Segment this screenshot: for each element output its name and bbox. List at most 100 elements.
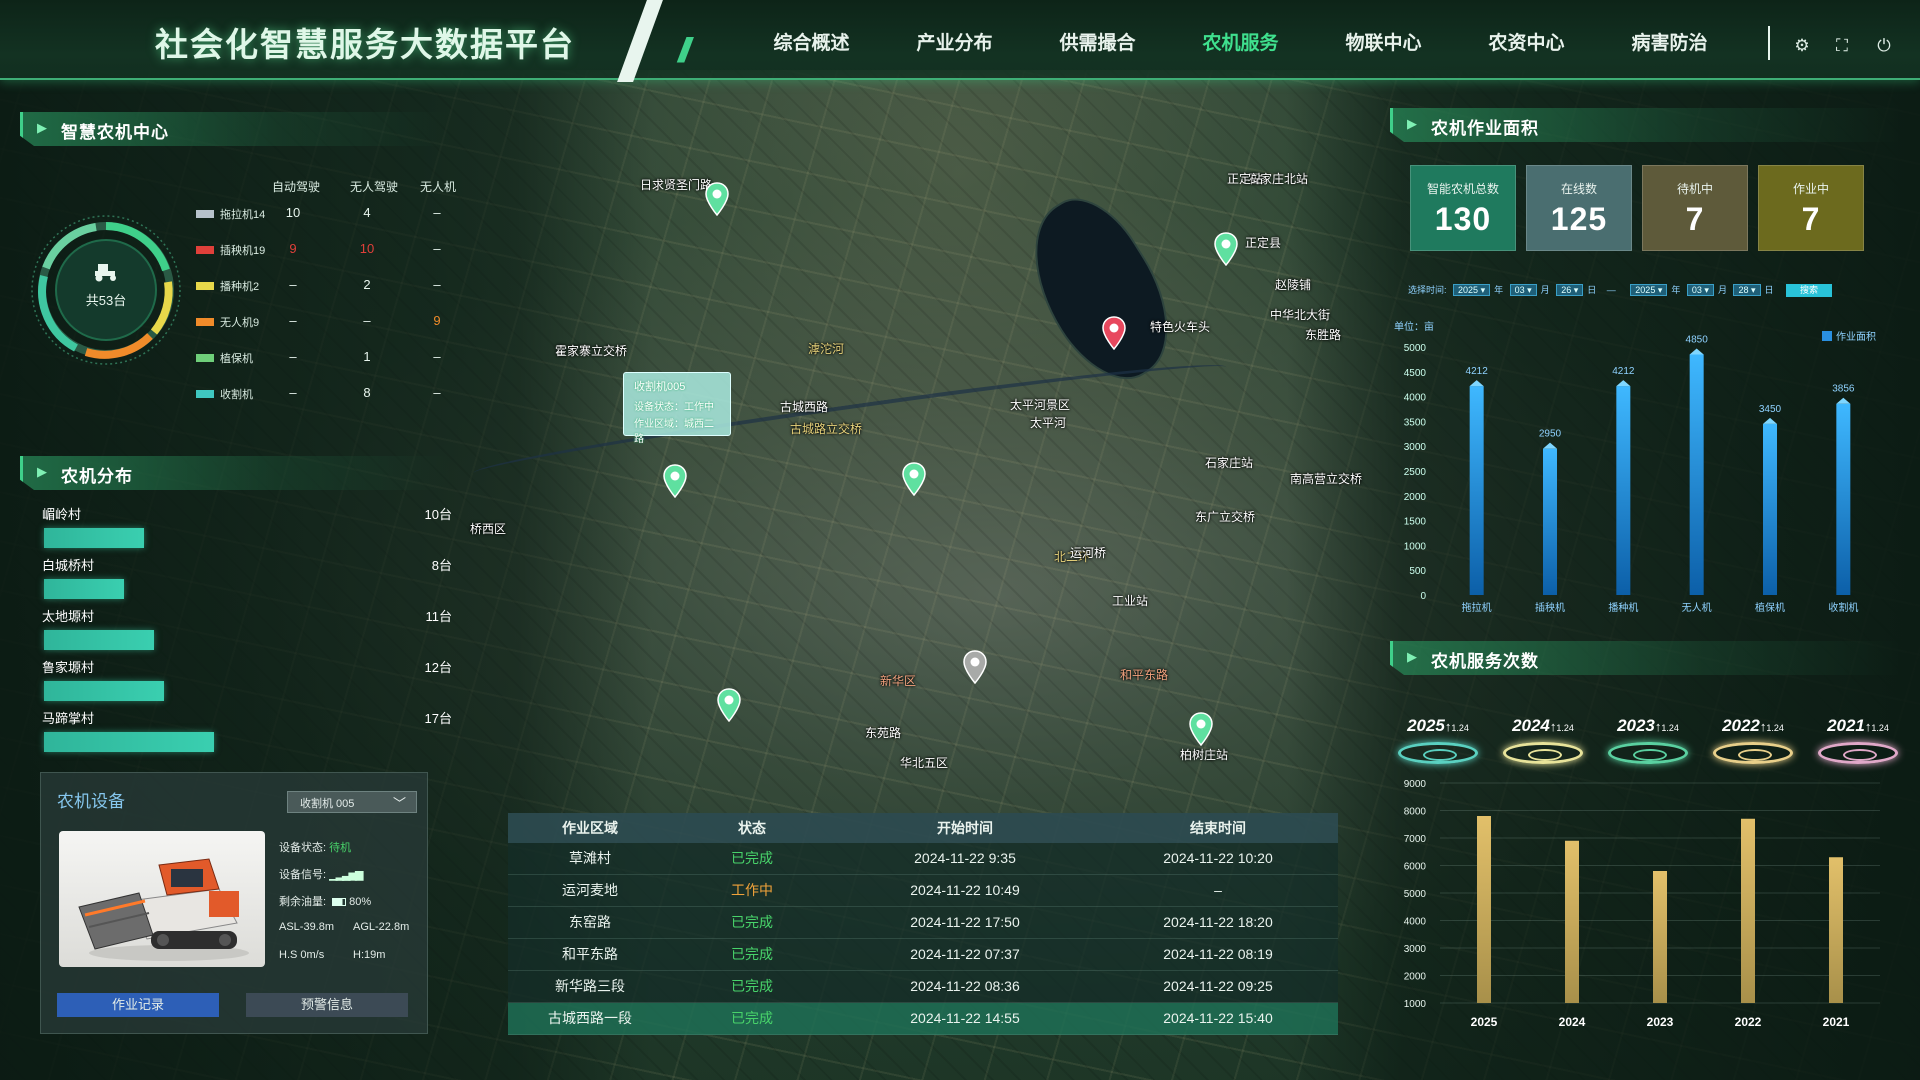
map-pin-icon[interactable] [1213, 232, 1239, 267]
table-cell: 2024-11-22 09:25 [1163, 978, 1273, 994]
table-cell: 和平东路 [562, 946, 618, 962]
y-tick-label: 3000 [1404, 944, 1427, 955]
y-tick-label: 6000 [1404, 862, 1427, 873]
stat-value: 7 [1801, 201, 1821, 237]
x-tick-label: 收割机 [1828, 601, 1858, 614]
machine-name: 播种机2 [220, 281, 260, 293]
map-pin-icon[interactable] [662, 464, 688, 499]
map-pin-icon[interactable] [704, 182, 730, 217]
village-name: 嵋岭村 [42, 507, 82, 522]
table-row[interactable]: 和平东路 已完成 2024-11-22 07:37 2024-11-22 08:19 [508, 939, 1338, 971]
table-cell: 已完成 [731, 946, 773, 962]
table-cell: 工作中 [731, 882, 773, 898]
y-tick-label: 3000 [1404, 442, 1427, 453]
nav-item[interactable]: 综合概述 [740, 28, 883, 55]
year-ring [1608, 742, 1688, 764]
machine-name: 拖拉机14 [220, 209, 266, 221]
map-pin-icon[interactable] [962, 650, 988, 685]
device-panel: 农机设备 收割机 005 ﹀ 设备状态: 待机 设备信号: ▁▂▃▅▆ 剩余油量:… [40, 772, 428, 1034]
map-label: 太平河景区 [1010, 398, 1071, 412]
year-badge: 2022↑1.24 [1709, 716, 1797, 772]
start-day-select[interactable]: 26 ▾ [1556, 284, 1584, 296]
legend-swatch [196, 390, 214, 398]
y-tick-label: 2000 [1404, 492, 1427, 503]
machine-value: – [289, 277, 297, 292]
nav-item[interactable]: 供需撮合 [1026, 28, 1169, 55]
distribution-track [44, 681, 244, 701]
table-row[interactable]: 运河麦地 工作中 2024-11-22 10:49 – [508, 875, 1338, 907]
table-row[interactable]: 草滩村 已完成 2024-11-22 9:35 2024-11-22 10:20 [508, 843, 1338, 875]
y-tick-label: 1000 [1404, 999, 1427, 1010]
map-pin-icon[interactable] [716, 688, 742, 723]
year-badge-text: 2021↑1.24 [1814, 716, 1902, 736]
y-tick-label: 5000 [1404, 889, 1427, 900]
map-popup: 收割机005 设备状态：工作中 作业区域：城西二路 [623, 372, 731, 445]
start-month-select[interactable]: 03 ▾ [1509, 284, 1537, 296]
data-label: 4212 [1466, 366, 1489, 377]
device-select[interactable]: 收割机 005 ﹀ [287, 791, 417, 813]
y-tick-label: 1000 [1404, 541, 1427, 552]
village-count: 8台 [431, 558, 452, 573]
nav-item[interactable]: 农资中心 [1455, 28, 1598, 55]
legend-swatch [196, 282, 214, 290]
end-month-select[interactable]: 03 ▾ [1686, 284, 1714, 296]
fullscreen-icon[interactable]: ⛶ [1832, 36, 1852, 56]
work-record-button[interactable]: 作业记录 [57, 993, 219, 1017]
table-cell: 2024-11-22 07:37 [910, 946, 1020, 962]
data-label: 3450 [1759, 404, 1782, 415]
village-count: 10台 [424, 507, 452, 522]
map-label: 东胜路 [1305, 328, 1342, 342]
y-tick-label: 5000 [1404, 343, 1427, 354]
map-label: 中华北大街 [1270, 308, 1331, 322]
stat-value: 130 [1434, 201, 1492, 237]
map-pin-icon[interactable] [1188, 712, 1214, 747]
bar [1741, 818, 1755, 1003]
year-badge: 2021↑1.24 [1814, 716, 1902, 772]
col-header-auto: 自动驾驶 [272, 180, 321, 194]
table-row[interactable]: 东窑路 已完成 2024-11-22 17:50 2024-11-22 18:20 [508, 907, 1338, 939]
machine-name: 植保机 [220, 353, 253, 365]
year-delta: 1.24 [1871, 723, 1889, 733]
end-day-select[interactable]: 28 ▾ [1733, 284, 1761, 296]
service-count-chart: 1000 2000 3000 4000 5000 6000 7000 8000 9000 2025… [1404, 779, 1880, 1029]
search-button[interactable]: 搜索 [1786, 284, 1833, 297]
machine-row: 拖拉机14 10 4 – [188, 204, 448, 224]
legend-label: 作业面积 [1836, 331, 1876, 343]
device-asl: ASL-39.8m [279, 921, 335, 933]
device-title: 农机设备 [57, 792, 125, 811]
machine-value: 10 [359, 241, 375, 256]
table-cell: – [1214, 882, 1222, 898]
bar [1763, 423, 1777, 595]
map-label: 新华区 [880, 674, 917, 688]
nav-item[interactable]: 产业分布 [883, 28, 1026, 55]
map-pin-icon[interactable] [901, 462, 927, 497]
distribution-row: 鲁家塬村 12台 [42, 657, 452, 707]
start-year-select[interactable]: 2025 ▾ [1453, 284, 1491, 296]
machine-value: 4 [363, 205, 371, 220]
map-label: 和平东路 [1120, 668, 1169, 682]
nav-item[interactable]: 农机服务 [1169, 28, 1312, 55]
nav-item[interactable]: 病害防治 [1598, 28, 1741, 55]
y-tick-label: 0 [1420, 591, 1426, 602]
x-tick-label: 2023 [1647, 1015, 1674, 1029]
settings-icon[interactable]: ⚙ [1792, 36, 1812, 56]
year-delta: 1.24 [1661, 723, 1679, 733]
end-year-select[interactable]: 2025 ▾ [1630, 284, 1668, 296]
power-icon[interactable]: ⏻ [1874, 36, 1894, 56]
top-header: 社会化智慧服务大数据平台 // 综合概述 产业分布 供需撮合 农机服务 物联中心 农资中心… [0, 0, 1920, 82]
legend-swatch [196, 354, 214, 362]
machine-value: – [433, 205, 441, 220]
table-row[interactable]: 古城西路一段 已完成 2024-11-22 14:55 2024-11-22 15:4… [508, 1003, 1338, 1035]
distribution-bar [44, 630, 154, 650]
bar-cap [1616, 380, 1631, 387]
data-label: 4850 [1686, 334, 1709, 345]
x-tick-label: 插秧机 [1535, 601, 1565, 614]
table-cell: 2024-11-22 9:35 [914, 850, 1016, 866]
distribution-track [44, 528, 244, 548]
nav-item[interactable]: 物联中心 [1312, 28, 1455, 55]
warning-info-button[interactable]: 预警信息 [246, 993, 408, 1017]
year-badge-text: 2023↑1.24 [1604, 716, 1692, 736]
map-pin-icon[interactable] [1101, 316, 1127, 351]
panel-header-machine-center: ▶ 智慧农机中心 [20, 112, 450, 146]
table-row[interactable]: 新华路三段 已完成 2024-11-22 08:36 2024-11-22 09:25 [508, 971, 1338, 1003]
